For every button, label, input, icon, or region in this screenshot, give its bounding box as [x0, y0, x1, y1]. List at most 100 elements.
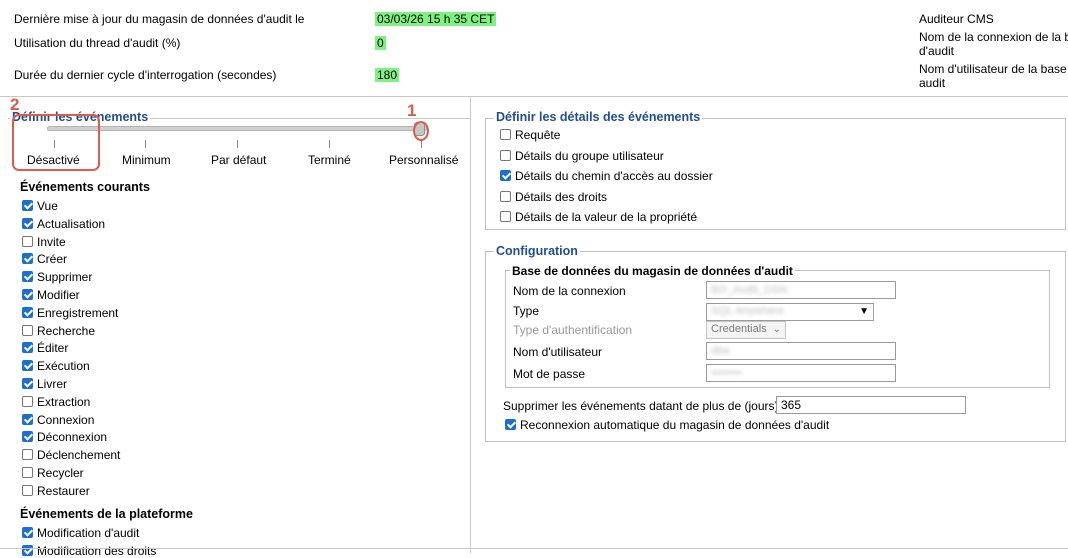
level-complete[interactable]: Terminé [308, 153, 351, 167]
checkbox[interactable] [22, 395, 33, 407]
header-divider [0, 96, 1068, 97]
checkbox-row[interactable]: Éditer [22, 341, 68, 355]
checkbox-row[interactable]: Modifier [22, 288, 80, 302]
reconnect-checkbox[interactable] [505, 419, 516, 430]
checkbox-label: Déconnexion [37, 430, 108, 445]
checkbox[interactable] [22, 413, 33, 425]
checkbox-label: Détails du groupe utilisateur [515, 148, 664, 163]
conn-name-input[interactable]: BO_Audit_DSN [706, 281, 896, 299]
checkbox-label: Extraction [37, 394, 91, 409]
auth-type-value: Credentials [711, 323, 767, 335]
checkbox-row[interactable]: Connexion [22, 413, 94, 427]
checkbox[interactable] [22, 289, 33, 300]
checkbox-label: Actualisation [37, 216, 106, 231]
cycle-value: 180 [375, 68, 400, 82]
checkbox-label: Exécution [37, 359, 90, 374]
checkbox-label: Modification des droits [37, 543, 157, 558]
checkbox-row[interactable]: Détails du chemin d'accès au dossier [500, 169, 713, 183]
checkbox-row[interactable]: Requête [500, 128, 560, 142]
checkbox-row[interactable]: Restaurer [22, 484, 90, 498]
checkbox-row[interactable]: Supprimer [22, 270, 92, 284]
checkbox-row[interactable]: Actualisation [22, 217, 105, 231]
reconnect-label: Reconnexion automatique du magasin de do… [520, 418, 830, 432]
checkbox[interactable] [500, 129, 511, 140]
level-slider-track[interactable] [47, 126, 427, 131]
platform-events-title: Événements de la plateforme [20, 507, 193, 521]
checkbox-label: Déclenchement [37, 448, 121, 463]
type-select[interactable]: SQL Anywhere ▼ [706, 303, 874, 321]
checkbox[interactable] [500, 190, 511, 202]
checkbox-label: Connexion [37, 412, 95, 427]
checkbox-row[interactable]: Exécution [22, 359, 90, 373]
checkbox-row[interactable]: Détails des droits [500, 190, 607, 204]
checkbox[interactable] [22, 200, 33, 211]
annotation-marker-1: 1 [407, 101, 417, 120]
checkbox-row[interactable]: Déconnexion [22, 430, 107, 444]
checkbox[interactable] [22, 253, 33, 265]
checkbox[interactable] [22, 306, 33, 318]
checkbox-label: Requête [515, 128, 561, 142]
checkbox[interactable] [22, 217, 33, 229]
checkbox[interactable] [22, 449, 33, 461]
auth-type-label: Type d'authentification [513, 323, 633, 337]
checkbox[interactable] [22, 431, 33, 443]
username-input[interactable]: dba [706, 342, 896, 360]
checkbox-row[interactable]: Détails du groupe utilisateur [500, 149, 664, 163]
checkbox[interactable] [22, 360, 33, 372]
checkbox[interactable] [500, 149, 511, 161]
checkbox-label: Modification d'audit [37, 526, 140, 540]
current-events-title: Événements courants [20, 180, 150, 194]
checkbox-row[interactable]: Vue [22, 199, 58, 213]
last-update-label: Dernière mise à jour du magasin de donné… [14, 12, 305, 26]
checkbox-row[interactable]: Détails de la valeur de la propriété [500, 210, 697, 224]
checkbox[interactable] [22, 467, 33, 478]
username-value: dba [711, 345, 730, 357]
checkbox[interactable] [500, 170, 511, 181]
last-update-value: 03/03/26 15 h 35 CET [375, 12, 497, 26]
checkbox[interactable] [500, 211, 511, 222]
user-header-1: Nom d'utilisateur de la base [919, 62, 1067, 76]
slider-tick [237, 140, 238, 148]
password-value: •••••••• [711, 367, 742, 379]
level-custom[interactable]: Personnalisé [389, 153, 458, 167]
checkbox-row[interactable]: Livrer [22, 377, 67, 391]
checkbox[interactable] [22, 484, 33, 496]
checkbox-label: Invite [37, 234, 66, 249]
slider-tick [329, 140, 330, 148]
annotation-marker-2: 2 [10, 95, 20, 114]
checkbox-label: Vue [37, 199, 58, 213]
column-divider [470, 96, 471, 553]
auth-type-select: Credentials ⌄ [706, 321, 786, 339]
username-label: Nom d'utilisateur [513, 345, 602, 359]
checkbox-label: Détails des droits [515, 189, 608, 204]
checkbox-row[interactable]: Modification d'audit [22, 526, 139, 540]
checkbox[interactable] [22, 378, 33, 389]
conn-name-header-1: Nom de la connexion de la b [919, 30, 1068, 44]
checkbox-label: Supprimer [37, 270, 93, 285]
checkbox-row[interactable]: Recycler [22, 466, 84, 480]
delete-events-input[interactable]: 365 [776, 396, 966, 414]
checkbox-label: Enregistrement [37, 305, 119, 320]
checkbox-label: Créer [37, 252, 68, 267]
checkbox[interactable] [22, 235, 33, 247]
password-input[interactable]: •••••••• [706, 364, 896, 382]
checkbox-row[interactable]: Déclenchement [22, 448, 120, 462]
checkbox-label: Livrer [37, 377, 68, 391]
checkbox-row[interactable]: Recherche [22, 324, 95, 338]
checkbox-row[interactable]: Extraction [22, 395, 90, 409]
annotation-circle [413, 121, 429, 141]
checkbox-row[interactable]: Modification des droits [22, 544, 156, 558]
level-minimum[interactable]: Minimum [122, 153, 171, 167]
level-default[interactable]: Par défaut [211, 153, 266, 167]
checkbox-row[interactable]: Enregistrement [22, 306, 118, 320]
checkbox[interactable] [22, 544, 33, 556]
checkbox[interactable] [22, 527, 33, 538]
reconnect-row[interactable]: Reconnexion automatique du magasin de do… [505, 418, 829, 432]
checkbox-row[interactable]: Invite [22, 235, 66, 249]
checkbox[interactable] [22, 324, 33, 336]
slider-tick [145, 140, 146, 148]
checkbox[interactable] [22, 271, 33, 283]
checkbox-row[interactable]: Créer [22, 252, 67, 266]
checkbox[interactable] [22, 342, 33, 354]
delete-events-value: 365 [781, 398, 802, 412]
